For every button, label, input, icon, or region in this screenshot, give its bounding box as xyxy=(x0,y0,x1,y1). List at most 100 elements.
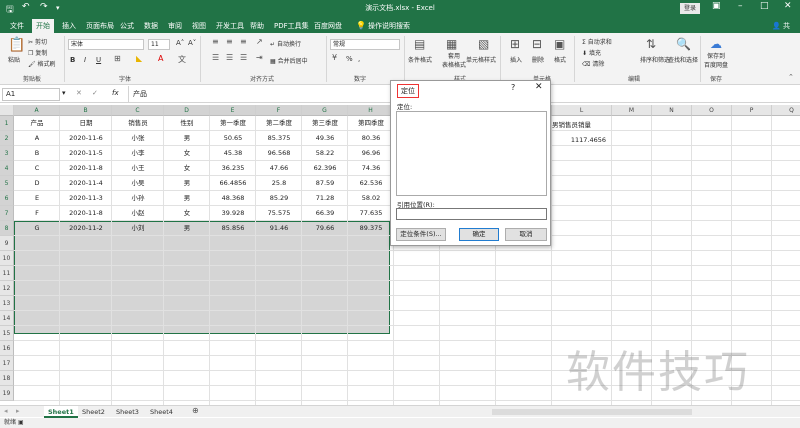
tab-home[interactable]: 开始 xyxy=(32,19,54,33)
row-header-18[interactable]: 18 xyxy=(0,371,14,386)
table-cell[interactable]: 男 xyxy=(164,191,210,206)
table-cell[interactable]: 小王 xyxy=(112,161,164,176)
row-header-5[interactable]: 5 xyxy=(0,176,14,191)
column-header-c[interactable]: C xyxy=(112,105,164,116)
font-name-select[interactable]: 宋体 xyxy=(68,39,144,50)
login-button[interactable]: 登录 xyxy=(680,3,700,14)
fill-button[interactable]: ⬇ 填充 xyxy=(582,48,601,57)
font-size-select[interactable]: 11 xyxy=(148,39,170,50)
table-cell[interactable]: 女 xyxy=(164,161,210,176)
insert-cells-button[interactable]: 插入 xyxy=(510,55,522,64)
border-icon[interactable]: ⊞ xyxy=(114,54,121,63)
column-header-h[interactable]: H xyxy=(348,105,394,116)
close-icon[interactable]: ✕ xyxy=(784,1,792,11)
row-header-15[interactable]: 15 xyxy=(0,326,14,341)
row-header-4[interactable]: 4 xyxy=(0,161,14,176)
minimize-icon[interactable]: – xyxy=(738,1,743,11)
row-header-17[interactable]: 17 xyxy=(0,356,14,371)
sort-filter-icon[interactable]: ⇅ xyxy=(646,37,656,51)
table-cell[interactable]: 女 xyxy=(164,206,210,221)
table-cell[interactable]: 47.66 xyxy=(256,161,302,176)
table-cell[interactable]: 80.36 xyxy=(348,131,394,146)
tab-baidu-netdisk[interactable]: 百度网盘 xyxy=(310,19,346,33)
delete-cells-button[interactable]: 删除 xyxy=(532,55,544,64)
tab-view[interactable]: 视图 xyxy=(188,19,210,33)
column-header-a[interactable]: A xyxy=(14,105,60,116)
table-cell[interactable]: 男 xyxy=(164,131,210,146)
special-button[interactable]: 定位条件(S)... xyxy=(396,228,446,241)
tab-page-layout[interactable]: 页面布局 xyxy=(82,19,118,33)
paste-icon[interactable]: 📋 xyxy=(8,37,25,53)
cancel-entry-icon[interactable]: ✕ xyxy=(76,89,82,97)
table-cell[interactable]: 85.375 xyxy=(256,131,302,146)
header-cell[interactable]: 第四季度 xyxy=(348,116,394,131)
table-cell[interactable]: 2020-11-2 xyxy=(60,221,112,236)
fill-color-icon[interactable]: ◣ xyxy=(136,54,142,63)
table-cell[interactable]: 66.4856 xyxy=(210,176,256,191)
column-header-m[interactable]: M xyxy=(612,105,652,116)
tab-file[interactable]: 文件 xyxy=(6,19,28,33)
table-cell[interactable]: 87.59 xyxy=(302,176,348,191)
copy-button[interactable]: ❐ 复制 xyxy=(28,48,47,57)
row-header-7[interactable]: 7 xyxy=(0,206,14,221)
table-cell[interactable]: 89.375 xyxy=(348,221,394,236)
clear-button[interactable]: ⌫ 清除 xyxy=(582,59,604,68)
tab-data[interactable]: 数据 xyxy=(140,19,162,33)
table-cell[interactable]: E xyxy=(14,191,60,206)
indent-icon[interactable]: ⇥ xyxy=(256,53,263,62)
table-cell[interactable]: 66.39 xyxy=(302,206,348,221)
header-cell[interactable]: 第二季度 xyxy=(256,116,302,131)
row-header-16[interactable]: 16 xyxy=(0,341,14,356)
column-header-l[interactable]: L xyxy=(552,105,612,116)
row-header-11[interactable]: 11 xyxy=(0,266,14,281)
side-value-cell[interactable]: 1117.4656 xyxy=(552,133,606,148)
table-cell[interactable]: 小李 xyxy=(112,146,164,161)
sort-filter-button[interactable]: 排序和筛选 xyxy=(640,55,670,64)
tab-insert[interactable]: 插入 xyxy=(58,19,80,33)
phonetic-icon[interactable]: 文 xyxy=(178,54,186,65)
table-cell[interactable]: B xyxy=(14,146,60,161)
wrap-text-button[interactable]: ↵ 自动换行 xyxy=(270,39,301,48)
find-select-button[interactable]: 查找和选择 xyxy=(668,55,698,64)
tab-formulas[interactable]: 公式 xyxy=(116,19,138,33)
row-header-9[interactable]: 9 xyxy=(0,236,14,251)
format-as-table-icon[interactable]: ▦ xyxy=(446,37,457,51)
table-cell[interactable]: 2020-11-4 xyxy=(60,176,112,191)
sheet-tab-3[interactable]: Sheet3 xyxy=(112,406,143,418)
font-color-icon[interactable]: A xyxy=(158,54,163,63)
align-middle-icon[interactable]: ≡ xyxy=(226,37,233,46)
insert-function-icon[interactable]: fx xyxy=(112,89,119,97)
horizontal-scrollbar[interactable] xyxy=(492,409,692,415)
align-top-icon[interactable]: ≡ xyxy=(212,37,219,46)
side-label-cell[interactable]: 男销售员销量 xyxy=(552,118,622,133)
align-bottom-icon[interactable]: ≡ xyxy=(240,37,247,46)
table-cell[interactable]: 50.65 xyxy=(210,131,256,146)
table-cell[interactable]: 91.46 xyxy=(256,221,302,236)
underline-button[interactable]: U xyxy=(96,56,101,64)
tab-review[interactable]: 审阅 xyxy=(164,19,186,33)
table-cell[interactable]: 2020-11-8 xyxy=(60,206,112,221)
column-header-o[interactable]: O xyxy=(692,105,732,116)
table-cell[interactable]: 96.568 xyxy=(256,146,302,161)
table-cell[interactable]: D xyxy=(14,176,60,191)
table-cell[interactable]: 男 xyxy=(164,221,210,236)
shrink-font-icon[interactable]: A˅ xyxy=(188,39,196,47)
sheet-tab-4[interactable]: Sheet4 xyxy=(146,406,177,418)
table-cell[interactable]: G xyxy=(14,221,60,236)
column-header-g[interactable]: G xyxy=(302,105,348,116)
table-cell[interactable]: 74.36 xyxy=(348,161,394,176)
reference-input[interactable] xyxy=(396,208,547,220)
find-select-icon[interactable]: 🔍 xyxy=(676,37,691,51)
grow-font-icon[interactable]: A˄ xyxy=(176,39,184,47)
format-painter-button[interactable]: 🖌 格式刷 xyxy=(28,59,56,68)
percent-button[interactable]: % xyxy=(346,55,353,63)
conditional-format-icon[interactable]: ▤ xyxy=(414,37,425,51)
format-as-table-button[interactable]: 套用 表格格式 xyxy=(442,51,466,69)
tell-me-search[interactable]: 操作说明搜索 xyxy=(364,19,414,33)
table-cell[interactable]: 小孙 xyxy=(112,191,164,206)
table-cell[interactable]: 小吴 xyxy=(112,176,164,191)
merge-center-button[interactable]: ▦ 合并后居中 xyxy=(270,56,308,65)
row-header-13[interactable]: 13 xyxy=(0,296,14,311)
row-header-1[interactable]: 1 xyxy=(0,116,14,131)
header-cell[interactable]: 销售员 xyxy=(112,116,164,131)
